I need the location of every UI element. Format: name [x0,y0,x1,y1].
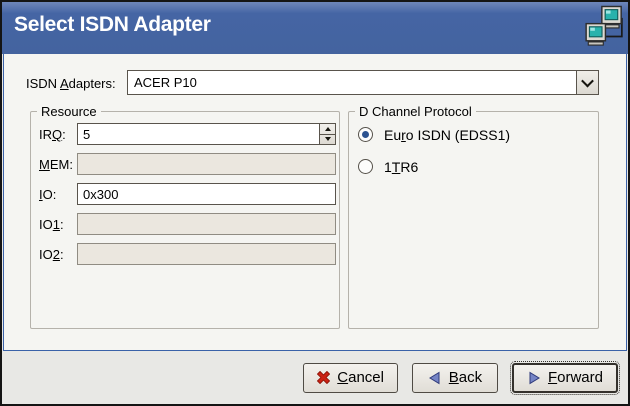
d-channel-protocol-group: D Channel Protocol Euro ISDN (EDSS1) 1TR… [348,111,599,329]
spin-down-button[interactable] [320,135,335,145]
spin-up-button[interactable] [320,124,335,135]
back-button-label: Back [449,369,482,386]
cancel-button[interactable]: Cancel [303,363,398,393]
io2-input [77,243,336,265]
mem-label: MEM: [39,157,73,172]
irq-spinner [319,123,336,145]
forward-button-label: Forward [548,369,603,386]
cancel-x-icon [317,371,330,384]
back-button[interactable]: Back [412,363,498,393]
spin-up-icon [325,127,331,131]
irq-input[interactable]: 5 [77,123,319,145]
content-panel: ISDN Adapters: ACER P10 Resource IRQ: 5 [3,54,627,351]
back-arrow-icon [428,371,442,385]
combo-dropdown-button[interactable] [576,70,599,95]
radio-unselected-icon[interactable] [358,159,373,174]
cancel-button-label: Cancel [337,369,384,386]
mem-input [77,153,336,175]
radio-1tr6-label: 1TR6 [384,159,418,175]
dialog-select-isdn-adapter: Select ISDN Adapter ISDN Adapters: ACER … [0,0,630,406]
radio-euro-isdn-label: Euro ISDN (EDSS1) [384,127,510,143]
forward-arrow-icon [527,371,541,385]
spin-down-icon [325,137,331,141]
button-bar: Cancel Back Forward [2,351,628,404]
io1-input [77,213,336,235]
irq-spinbutton[interactable]: 5 [77,123,336,145]
irq-label: IRQ: [39,127,66,142]
io-input[interactable]: 0x300 [77,183,336,205]
dialog-header: Select ISDN Adapter [2,2,628,54]
isdn-adapters-label: ISDN Adapters: [26,76,116,91]
io2-label: IO2: [39,247,64,262]
network-computers-icon [584,5,624,48]
forward-button[interactable]: Forward [512,363,618,393]
resource-group: Resource IRQ: 5 MEM: IO: 0x300 IO1: [30,111,340,329]
io1-label: IO1: [39,217,64,232]
chevron-down-icon [581,75,594,88]
resource-group-title: Resource [37,104,101,119]
page-title: Select ISDN Adapter [14,13,211,37]
radio-selected-icon[interactable] [358,127,373,142]
isdn-adapter-value[interactable]: ACER P10 [127,70,576,95]
d-channel-protocol-title: D Channel Protocol [355,104,476,119]
io-label: IO: [39,187,56,202]
isdn-adapter-combobox[interactable]: ACER P10 [127,70,599,95]
